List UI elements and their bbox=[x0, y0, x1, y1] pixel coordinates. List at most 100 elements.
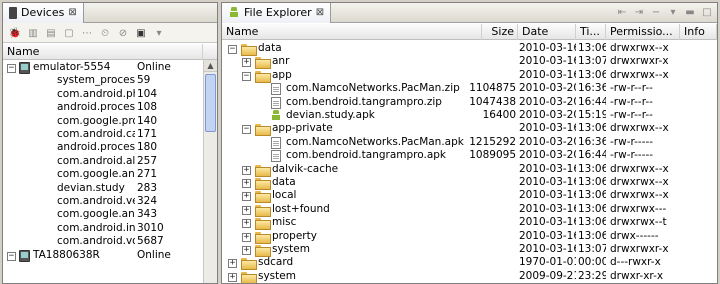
column-header-5[interactable]: Info bbox=[680, 24, 717, 40]
cause-gc-icon[interactable]: ▢ bbox=[61, 25, 77, 41]
devices-panel: Devices ⊠ 🐞 ▥ ▤ ▢ ⋯ ⏲ ⊘ ▣ ▾ Name − emulat… bbox=[2, 2, 218, 284]
process-row[interactable]: com.google.proc140 bbox=[3, 115, 203, 128]
process-row[interactable]: com.android.pho104 bbox=[3, 88, 203, 101]
file-name: system bbox=[272, 243, 310, 255]
expand-toggle[interactable]: + bbox=[242, 58, 251, 68]
file-explorer-tab-label: File Explorer bbox=[244, 6, 312, 19]
process-pid: 283 bbox=[137, 181, 158, 194]
stop-process-icon[interactable]: ⊘ bbox=[115, 25, 131, 41]
process-row[interactable]: com.android.alar257 bbox=[3, 155, 203, 168]
expand-toggle[interactable]: + bbox=[242, 165, 251, 175]
minimize-icon[interactable]: ▬ bbox=[682, 4, 698, 20]
file-explorer-tab[interactable]: File Explorer ⊠ bbox=[222, 2, 332, 23]
debug-process-icon[interactable]: 🐞 bbox=[7, 25, 23, 41]
process-row[interactable]: android.process.108 bbox=[3, 101, 203, 114]
process-pid: 324 bbox=[137, 195, 158, 207]
process-row[interactable]: com.android.inpu3010 bbox=[3, 222, 203, 235]
file-date: 2010-03-16 bbox=[519, 55, 576, 68]
column-header-3[interactable]: Ti... bbox=[576, 24, 606, 40]
collapse-toggle[interactable]: − bbox=[7, 251, 16, 261]
file-row[interactable]: com.NamcoNetworks.PacMan.zip 1104875 2010-… bbox=[222, 82, 717, 96]
view-menu-icon[interactable]: ▾ bbox=[151, 25, 167, 41]
collapse-toggle[interactable]: − bbox=[7, 64, 16, 73]
column-header-0[interactable]: Name bbox=[222, 24, 482, 40]
close-icon[interactable]: ⊠ bbox=[68, 7, 76, 18]
file-row[interactable]: com.bendroid.tangrampro.apk 1089095 2010-0… bbox=[222, 149, 717, 163]
expand-toggle[interactable]: + bbox=[242, 205, 251, 215]
file-row[interactable]: + property 2010-03-16 13:06 drwx------ bbox=[222, 230, 717, 244]
process-row[interactable]: com.android.cale171 bbox=[3, 128, 203, 141]
screen-capture-icon[interactable]: ▣ bbox=[133, 25, 149, 41]
file-time: 13:06 bbox=[578, 68, 606, 81]
file-time: 13:06 bbox=[578, 42, 606, 54]
file-row[interactable]: + dalvik-cache 2010-03-16 13:06 drwxrwx--x bbox=[222, 162, 717, 177]
process-row[interactable]: system_process 59 bbox=[3, 74, 203, 87]
file-row[interactable]: devian.study.apk 16400 2010-03-20 15:19 -rw-… bbox=[222, 109, 717, 122]
view-menu-icon[interactable]: ▾ bbox=[665, 4, 681, 20]
devices-list: − emulator-5554 Online system_process 59 com.… bbox=[3, 60, 203, 283]
expand-toggle[interactable]: + bbox=[242, 219, 251, 229]
expand-toggle[interactable]: + bbox=[242, 179, 251, 188]
folder-icon bbox=[255, 70, 271, 83]
expand-toggle[interactable]: + bbox=[228, 272, 237, 282]
column-header-name[interactable]: Name bbox=[3, 44, 203, 60]
file-date: 2010-03-20 bbox=[519, 135, 576, 148]
maximize-icon[interactable]: □ bbox=[699, 4, 715, 20]
scroll-thumb[interactable] bbox=[205, 74, 216, 132]
start-profiling-icon[interactable]: ⏲ bbox=[97, 25, 113, 41]
delete-icon[interactable]: − bbox=[648, 4, 664, 20]
collapse-toggle[interactable]: − bbox=[242, 125, 251, 135]
process-row[interactable]: com.android.ven324 bbox=[3, 195, 203, 208]
file-row[interactable]: + data 2010-03-16 13:06 drwxrwx--x bbox=[222, 176, 717, 190]
file-row[interactable]: − app 2010-03-16 13:06 drwxrwx--x bbox=[222, 68, 717, 83]
device-status: Online bbox=[137, 61, 171, 73]
column-header-2[interactable]: Date bbox=[518, 24, 576, 40]
expand-toggle[interactable]: + bbox=[228, 259, 237, 269]
file-row[interactable]: com.NamcoNetworks.PacMan.apk 1215292 2010-… bbox=[222, 136, 717, 149]
devices-scrollbar[interactable]: ▲ bbox=[203, 60, 217, 283]
process-row[interactable]: com.google.andr343 bbox=[3, 208, 203, 221]
file-time: 15:19 bbox=[578, 109, 606, 121]
process-row[interactable]: com.google.andr271 bbox=[3, 168, 203, 181]
file-name: com.bendroid.tangrampro.apk bbox=[286, 149, 446, 162]
file-permissions: drwxrwx--- bbox=[610, 202, 667, 215]
file-row[interactable]: + misc 2010-03-16 13:06 drwxrwx--t bbox=[222, 216, 717, 231]
file-size: 1104875 bbox=[469, 82, 516, 95]
dump-hprof-icon[interactable]: ▤ bbox=[43, 25, 59, 41]
file-row[interactable]: + system 2010-03-16 13:07 drwxrwxr-x bbox=[222, 243, 717, 257]
file-date: 2010-03-16 bbox=[519, 189, 576, 202]
expand-toggle[interactable]: + bbox=[242, 232, 251, 242]
devices-tab[interactable]: Devices ⊠ bbox=[3, 2, 84, 23]
push-file-icon[interactable]: ⇥ bbox=[631, 4, 647, 20]
process-row[interactable]: android.process.180 bbox=[3, 141, 203, 154]
file-row[interactable]: + sdcard 1970-01-01 00:00 d---rwxr-x bbox=[222, 256, 717, 271]
file-row[interactable]: + anr 2010-03-16 13:07 drwxrwxr-x bbox=[222, 55, 717, 70]
close-icon[interactable]: ⊠ bbox=[316, 7, 324, 18]
file-time: 16:44 bbox=[578, 95, 606, 108]
device-row[interactable]: − TA1880638R Online bbox=[3, 249, 203, 262]
folder-icon bbox=[255, 204, 271, 217]
file-row[interactable]: − data 2010-03-16 13:06 drwxrwx--x bbox=[222, 42, 717, 56]
scroll-up-arrow[interactable]: ▲ bbox=[204, 60, 217, 72]
update-threads-icon[interactable]: ⋯ bbox=[79, 25, 95, 41]
file-name: dalvik-cache bbox=[272, 162, 339, 175]
collapse-toggle[interactable]: − bbox=[228, 45, 237, 54]
process-row[interactable]: com.android.voic5687 bbox=[3, 235, 203, 248]
file-row[interactable]: com.bendroid.tangrampro.zip 1047438 2010-0… bbox=[222, 96, 717, 109]
column-header-4[interactable]: Permissio... bbox=[606, 24, 680, 40]
file-row[interactable]: + lost+found 2010-03-16 13:06 drwxrwx--- bbox=[222, 202, 717, 217]
file-date: 2009-09-21 bbox=[519, 269, 576, 282]
process-pid: 271 bbox=[137, 168, 158, 181]
update-heap-icon[interactable]: ▥ bbox=[25, 25, 41, 41]
column-header-1[interactable]: Size bbox=[482, 24, 518, 40]
expand-toggle[interactable]: + bbox=[242, 246, 251, 255]
collapse-toggle[interactable]: − bbox=[242, 71, 251, 81]
device-row[interactable]: − emulator-5554 Online bbox=[3, 61, 203, 74]
file-row[interactable]: + local 2010-03-16 13:06 drwxrwx--x bbox=[222, 189, 717, 204]
process-row[interactable]: devian.study 283 bbox=[3, 182, 203, 195]
expand-toggle[interactable]: + bbox=[242, 192, 251, 202]
file-row[interactable]: + system 2009-09-21 23:29 drwxr-xr-x bbox=[222, 270, 717, 283]
pull-file-icon[interactable]: ⇤ bbox=[614, 4, 630, 20]
file-row[interactable]: − app-private 2010-03-16 13:06 drwxrwx--x bbox=[222, 122, 717, 137]
file-permissions: drwxrwxr-x bbox=[610, 55, 669, 68]
